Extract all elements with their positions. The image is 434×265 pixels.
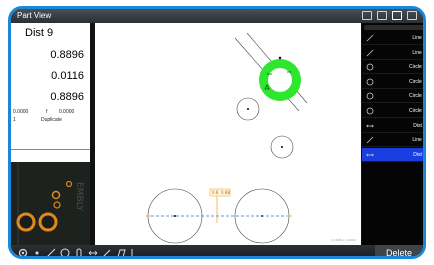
feature-item[interactable]: Dist 7 (362, 119, 426, 133)
feature-item[interactable]: Dist 9 (362, 147, 426, 162)
rectangle-icon[interactable] (115, 246, 126, 256)
line-icon[interactable] (45, 246, 56, 256)
measurement-readout: Dist 9 0.8896 0.0116 0.8896 0.0000 f 0.0… (11, 23, 90, 150)
circle-icon (366, 63, 374, 71)
circle-icon (366, 78, 374, 86)
keyboard-icon[interactable] (377, 11, 387, 20)
camera-view: EMBLY (11, 162, 90, 245)
circle-icon (366, 107, 374, 115)
feature-item[interactable]: Line 2 (362, 46, 426, 60)
feature-item[interactable]: Circle 6 (362, 104, 426, 118)
bottom-toolbar: Delete (11, 245, 423, 256)
distance-icon[interactable] (87, 246, 98, 256)
distance-icon (366, 151, 374, 159)
readout-value-3: 0.8896 (50, 91, 84, 103)
geometry-drawing[interactable]: Dist 0.5 0.8 0.88 1.1008 x 1.0094 (95, 23, 361, 245)
camera-image: EMBLY (11, 162, 90, 245)
readout-small-left: 0.0000 (13, 109, 29, 115)
line-icon (366, 49, 374, 57)
settings-icon[interactable] (17, 246, 28, 256)
edit-icon[interactable] (392, 11, 402, 20)
circle-icon[interactable] (59, 246, 70, 256)
feature-item[interactable]: Circle 4 (362, 75, 426, 89)
menu-icon[interactable] (407, 11, 417, 20)
dimension-label-bottom: 0.88 (221, 190, 230, 195)
feature-item-label: Circle 5 (409, 93, 426, 100)
canvas-status: 1.1008 x 1.0094 (331, 238, 356, 242)
feature-item-label: Dist 7 (413, 122, 426, 129)
point-icon[interactable] (31, 246, 42, 256)
feature-item-label: Circle 3 (409, 64, 426, 71)
readout-value-2: 0.0116 (51, 70, 84, 82)
line-icon (366, 136, 374, 144)
readout-value-1: 0.8896 (50, 49, 84, 61)
app-window: Part View Dist 9 0.8896 0.0116 0.8896 0.… (8, 6, 426, 259)
feature-item-label: Circle 6 (409, 108, 426, 114)
perpendicular-icon[interactable] (129, 246, 140, 256)
feature-item-label: Line 1 (412, 35, 426, 41)
feature-item[interactable]: Line 8 (362, 133, 426, 148)
duplicate-label[interactable]: Duplicate (41, 117, 62, 123)
maximize-icon[interactable] (362, 11, 372, 20)
readout-small-right: 0.0000 (59, 109, 75, 115)
title-bar: Part View (11, 9, 423, 23)
feature-item[interactable]: Circle 3 (362, 60, 426, 75)
feature-list: Line 1 Line 2 Circle 3 Circle 4 Circle 5 Circ… (362, 23, 426, 245)
svg-text:0.5: 0.5 (287, 70, 292, 74)
line-icon (366, 34, 374, 42)
angle-icon[interactable] (101, 246, 112, 256)
left-panel: Dist 9 0.8896 0.0116 0.8896 0.0000 f 0.0… (11, 23, 90, 245)
feature-item-label: Circle 4 (409, 78, 426, 85)
feature-item-label: Dist 9 (413, 151, 426, 158)
readout-small-f: f (46, 109, 48, 115)
svg-text:Dist: Dist (267, 72, 272, 76)
slot-icon[interactable] (73, 246, 84, 256)
circle-icon (366, 92, 374, 100)
delete-button[interactable]: Delete (375, 245, 423, 256)
camera-overlay-text: EMBLY (74, 182, 84, 211)
dimension-label-top: 0.8 (212, 190, 219, 195)
feature-item[interactable]: Circle 5 (362, 89, 426, 104)
window-title: Part View (17, 11, 52, 20)
readout-feature-name: Dist 9 (25, 27, 54, 39)
feature-item[interactable]: Line 1 (362, 31, 426, 45)
readout-small-id: 1 (13, 117, 16, 123)
feature-item-label: Line 2 (412, 49, 426, 56)
feature-list-scrollbar[interactable] (364, 25, 423, 30)
distance-icon (366, 122, 374, 130)
part-view-canvas[interactable]: Dist 0.5 0.8 0.88 1.1008 x 1.0094 (95, 23, 361, 245)
feature-item-label: Line 8 (412, 137, 426, 144)
